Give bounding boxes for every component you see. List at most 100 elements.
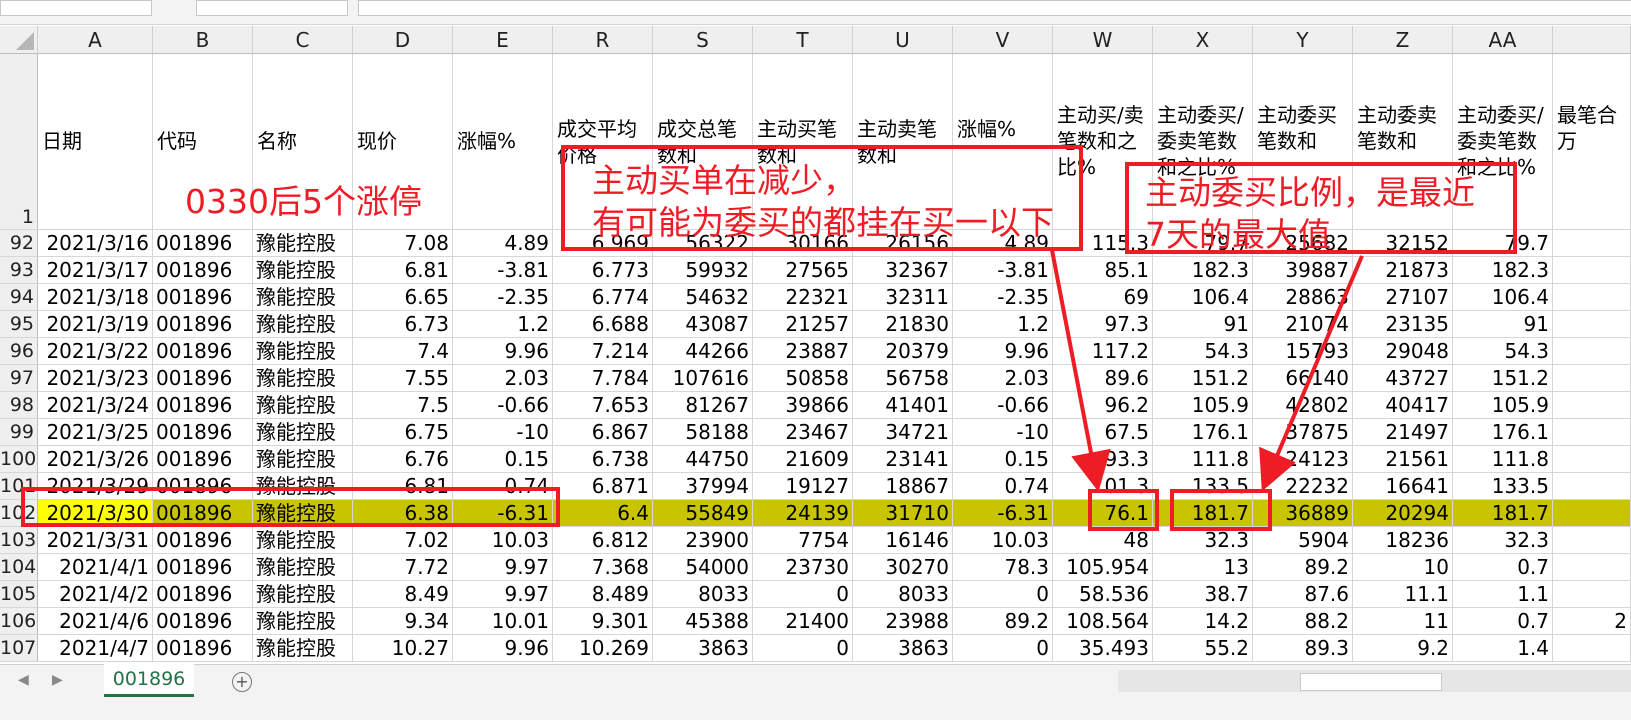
cell-AA100[interactable]: 111.8 [1453, 446, 1553, 473]
cell-B106[interactable]: 001896 [153, 608, 253, 635]
cell-R93[interactable]: 6.773 [553, 257, 653, 284]
cell-next107[interactable] [1553, 635, 1631, 662]
cell-AA98[interactable]: 105.9 [1453, 392, 1553, 419]
cell-T96[interactable]: 23887 [753, 338, 853, 365]
cell-R103[interactable]: 6.812 [553, 527, 653, 554]
cell-next100[interactable] [1553, 446, 1631, 473]
cell-R107[interactable]: 10.269 [553, 635, 653, 662]
cell-next97[interactable] [1553, 365, 1631, 392]
cell-AA97[interactable]: 151.2 [1453, 365, 1553, 392]
cell-C103[interactable]: 豫能控股 [253, 527, 353, 554]
cell-C104[interactable]: 豫能控股 [253, 554, 353, 581]
cell-R96[interactable]: 7.214 [553, 338, 653, 365]
cell-V107[interactable]: 0 [953, 635, 1053, 662]
cell-S95[interactable]: 43087 [653, 311, 753, 338]
cell-C107[interactable]: 豫能控股 [253, 635, 353, 662]
cell-U98[interactable]: 41401 [853, 392, 953, 419]
cell-D107[interactable]: 10.27 [353, 635, 453, 662]
select-all-corner[interactable] [0, 26, 38, 54]
cell-next93[interactable] [1553, 257, 1631, 284]
cell-S96[interactable]: 44266 [653, 338, 753, 365]
column-header-E[interactable]: E [453, 26, 553, 54]
add-sheet-icon[interactable]: + [232, 672, 252, 692]
name-box[interactable] [0, 0, 152, 16]
cell-C106[interactable]: 豫能控股 [253, 608, 353, 635]
cell-U107[interactable]: 3863 [853, 635, 953, 662]
cell-C93[interactable]: 豫能控股 [253, 257, 353, 284]
cell-V106[interactable]: 89.2 [953, 608, 1053, 635]
cell-E104[interactable]: 9.97 [453, 554, 553, 581]
cell-D99[interactable]: 6.75 [353, 419, 453, 446]
column-header-R[interactable]: R [553, 26, 653, 54]
row-header-92[interactable]: 92 [0, 230, 38, 257]
cell-T93[interactable]: 27565 [753, 257, 853, 284]
cell-D97[interactable]: 7.55 [353, 365, 453, 392]
cell-E100[interactable]: 0.15 [453, 446, 553, 473]
cell-Z97[interactable]: 43727 [1353, 365, 1453, 392]
cell-B103[interactable]: 001896 [153, 527, 253, 554]
cell-X103[interactable]: 32.3 [1153, 527, 1253, 554]
cell-U106[interactable]: 23988 [853, 608, 953, 635]
cell-Y99[interactable]: 37875 [1253, 419, 1353, 446]
cell-D98[interactable]: 7.5 [353, 392, 453, 419]
cell-Z104[interactable]: 10 [1353, 554, 1453, 581]
row-header-95[interactable]: 95 [0, 311, 38, 338]
cell-E95[interactable]: 1.2 [453, 311, 553, 338]
cell-Z102[interactable]: 20294 [1353, 500, 1453, 527]
cell-T94[interactable]: 22321 [753, 284, 853, 311]
cell-S97[interactable]: 107616 [653, 365, 753, 392]
row-header-106[interactable]: 106 [0, 608, 38, 635]
cell-E105[interactable]: 9.97 [453, 581, 553, 608]
row-header-99[interactable]: 99 [0, 419, 38, 446]
cell-B94[interactable]: 001896 [153, 284, 253, 311]
cell-W106[interactable]: 108.564 [1053, 608, 1153, 635]
row-header-98[interactable]: 98 [0, 392, 38, 419]
cell-Y97[interactable]: 66140 [1253, 365, 1353, 392]
cell-D100[interactable]: 6.76 [353, 446, 453, 473]
cell-U95[interactable]: 21830 [853, 311, 953, 338]
cell-S101[interactable]: 37994 [653, 473, 753, 500]
cell-X99[interactable]: 176.1 [1153, 419, 1253, 446]
cell-A107[interactable]: 2021/4/7 [38, 635, 153, 662]
cell-AA101[interactable]: 133.5 [1453, 473, 1553, 500]
cell-X104[interactable]: 13 [1153, 554, 1253, 581]
cell-D106[interactable]: 9.34 [353, 608, 453, 635]
cell-AA93[interactable]: 182.3 [1453, 257, 1553, 284]
row-header-100[interactable]: 100 [0, 446, 38, 473]
cell-Y107[interactable]: 89.3 [1253, 635, 1353, 662]
cell-B97[interactable]: 001896 [153, 365, 253, 392]
cell-Z95[interactable]: 23135 [1353, 311, 1453, 338]
cell-U102[interactable]: 31710 [853, 500, 953, 527]
cell-C97[interactable]: 豫能控股 [253, 365, 353, 392]
cell-D92[interactable]: 7.08 [353, 230, 453, 257]
cell-X100[interactable]: 111.8 [1153, 446, 1253, 473]
cell-R94[interactable]: 6.774 [553, 284, 653, 311]
cell-A98[interactable]: 2021/3/24 [38, 392, 153, 419]
cell-C92[interactable]: 豫能控股 [253, 230, 353, 257]
cell-S106[interactable]: 45388 [653, 608, 753, 635]
cell-E98[interactable]: -0.66 [453, 392, 553, 419]
formula-input[interactable] [358, 0, 1631, 16]
cell-T95[interactable]: 21257 [753, 311, 853, 338]
cell-T102[interactable]: 24139 [753, 500, 853, 527]
cell-E92[interactable]: 4.89 [453, 230, 553, 257]
cell-A97[interactable]: 2021/3/23 [38, 365, 153, 392]
column-header-AA[interactable]: AA [1453, 26, 1553, 54]
column-header-D[interactable]: D [353, 26, 453, 54]
cell-AA94[interactable]: 106.4 [1453, 284, 1553, 311]
cell-Z96[interactable]: 29048 [1353, 338, 1453, 365]
cell-D103[interactable]: 7.02 [353, 527, 453, 554]
cell-B96[interactable]: 001896 [153, 338, 253, 365]
cell-X93[interactable]: 182.3 [1153, 257, 1253, 284]
cell-AA95[interactable]: 91 [1453, 311, 1553, 338]
row-header-1[interactable]: 1 [0, 54, 38, 230]
cell-S105[interactable]: 8033 [653, 581, 753, 608]
header-cell-next[interactable]: 最笔合万 [1553, 54, 1631, 230]
cell-W94[interactable]: 69 [1053, 284, 1153, 311]
cell-Y105[interactable]: 87.6 [1253, 581, 1353, 608]
cell-A103[interactable]: 2021/3/31 [38, 527, 153, 554]
cell-V100[interactable]: 0.15 [953, 446, 1053, 473]
column-header-U[interactable]: U [853, 26, 953, 54]
cell-next99[interactable] [1553, 419, 1631, 446]
cell-U100[interactable]: 23141 [853, 446, 953, 473]
